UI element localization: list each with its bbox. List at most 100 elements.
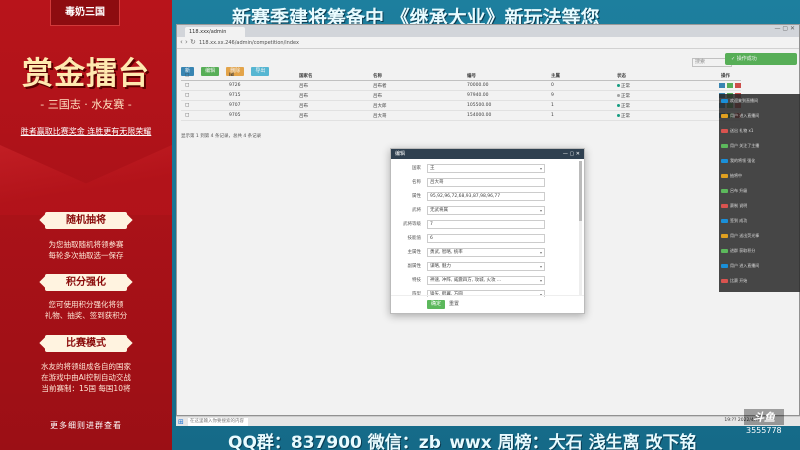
user-badge-icon: [721, 174, 728, 178]
field-select[interactable]: 谋略, 魅力: [427, 262, 545, 271]
brand-tag: 毒奶三国: [50, 0, 120, 26]
room-id: 3555778: [746, 426, 782, 435]
field-select[interactable]: 勇武, 智略, 统率: [427, 248, 545, 257]
user-badge-icon: [721, 234, 728, 238]
field-label: 武将: [412, 208, 421, 213]
left-promo-panel: 毒奶三国 赏金擂台 - 三国志 · 水友赛 - 胜者赢取比赛奖金 连胜更有无限荣…: [0, 0, 172, 450]
form-row: 武将 无武将属: [391, 205, 581, 216]
dialog-form: 国家 王名称 吕大哥属性 95,92,96,72,68,93,87,98,96,77 武…: [391, 159, 581, 297]
stream-logo: 斗鱼: [744, 409, 784, 425]
more-info: 更多细则进群查看: [50, 421, 122, 430]
bottom-banner: QQ群：837900 微信：zb_wwx 周榜：大石 浅生离 改下铭: [228, 433, 697, 450]
chat-message: 用户 关注了主播: [721, 143, 759, 149]
chat-message: 用户 进入直播间: [721, 113, 759, 119]
dialog-scrollbar[interactable]: [579, 161, 582, 295]
chat-text: 抽将中: [730, 173, 742, 178]
chat-message: 用户 送出荧光棒: [721, 233, 759, 239]
field-label: 名称: [412, 180, 421, 185]
chat-text: 用户 进入直播间: [730, 263, 760, 268]
user-badge-icon: [721, 204, 728, 208]
section-line: 每轮多次抽取选一保存: [48, 251, 124, 260]
user-badge-icon: [721, 129, 728, 133]
form-row: 副属性 谋略, 魅力: [391, 261, 581, 272]
field-label: 国家: [412, 166, 421, 171]
section-heading: 积分强化: [45, 274, 127, 291]
section-body: 您可使用积分强化将领 礼物、抽奖、签到获积分: [0, 299, 172, 321]
chat-message: 抽将中: [721, 173, 742, 179]
field-input[interactable]: 吕大哥: [427, 178, 545, 187]
section-heading: 随机抽将: [45, 212, 127, 229]
field-select[interactable]: 神速, 冲阵, 威震四方, 攻城, 火攻 ...: [427, 276, 545, 285]
promo-note: 胜者赢取比赛奖金 连胜更有无限荣耀: [20, 127, 152, 136]
user-badge-icon: [721, 114, 728, 118]
chat-text: 比赛 开始: [730, 278, 748, 283]
form-row: 武将等级 7: [391, 219, 581, 230]
taskbar-search[interactable]: 在这里输入你要搜索的内容: [188, 418, 248, 426]
chat-text: 欢迎来到直播间: [730, 98, 758, 103]
form-row: 技能值 6: [391, 233, 581, 244]
chat-text: 送出 礼物 x1: [730, 128, 754, 133]
section-body: 为您抽取随机将领参赛 每轮多次抽取选一保存: [0, 239, 172, 261]
form-row: 名称 吕大哥: [391, 177, 581, 188]
chat-text: 签到 成功: [730, 218, 748, 223]
user-badge-icon: [721, 249, 728, 253]
panel-decoration: [0, 145, 172, 215]
chat-message: 送出 礼物 x1: [721, 128, 753, 134]
chat-message: 我的将领 强化: [721, 158, 755, 164]
chat-message: 赛制 说明: [721, 203, 747, 209]
dialog-title: 编辑: [395, 151, 406, 157]
promo-subtitle: - 三国志 · 水友赛 -: [40, 98, 132, 111]
field-label: 武将等级: [403, 222, 421, 227]
chat-message: 用户 进入直播间: [721, 263, 759, 269]
dialog-close-icon[interactable]: — ▢ ✕: [563, 149, 580, 159]
chat-text: 用户 关注了主播: [730, 143, 760, 148]
section-body: 水友的将领组成各自的国家 在游戏中由AI控制自动交战 当前赛制：15国 每国10…: [0, 361, 172, 394]
user-badge-icon: [721, 279, 728, 283]
field-label: 属性: [412, 194, 421, 199]
chat-message: 欢迎来到直播间: [721, 98, 758, 104]
form-row: 国家 王: [391, 163, 581, 174]
section-heading: 比赛模式: [45, 335, 127, 352]
chat-message: 比赛 开始: [721, 278, 747, 284]
chat-message: 进群 获取积分: [721, 248, 755, 254]
field-label: 技能值: [407, 236, 422, 241]
section-line: 礼物、抽奖、签到获积分: [44, 311, 128, 320]
user-badge-icon: [721, 159, 728, 163]
chat-message: 吕布 升级: [721, 188, 747, 194]
field-input[interactable]: 6: [427, 234, 545, 243]
chat-message: 签到 成功: [721, 218, 747, 224]
confirm-button[interactable]: 确定: [427, 300, 446, 309]
user-badge-icon: [721, 144, 728, 148]
start-icon[interactable]: ⊞: [178, 418, 184, 426]
field-label: 主属性: [407, 250, 422, 255]
chat-text: 进群 获取积分: [730, 248, 756, 253]
browser-window: 118.xxx/admin — ▢ ✕ ‹ › ↻ 118.xx.xx.246/…: [176, 24, 800, 417]
section-line: 在游戏中由AI控制自动交战: [41, 373, 131, 382]
user-badge-icon: [721, 99, 728, 103]
promo-title: 赏金擂台: [22, 56, 150, 92]
chat-text: 我的将领 强化: [730, 158, 756, 163]
chat-text: 吕布 升级: [730, 188, 748, 193]
chat-text: 用户 进入直播间: [730, 113, 760, 118]
section-line: 水友的将领组成各自的国家: [41, 362, 131, 371]
chat-text: 赛制 说明: [730, 203, 748, 208]
user-badge-icon: [721, 189, 728, 193]
reset-button[interactable]: 重置: [445, 300, 463, 309]
field-label: 特技: [412, 278, 421, 283]
field-select[interactable]: 无武将属: [427, 206, 545, 215]
edit-dialog: 编辑 — ▢ ✕ 国家 王名称 吕大哥属性 95,92,96,72,68,93,87,…: [390, 148, 585, 314]
user-badge-icon: [721, 219, 728, 223]
stream-frame: 毒奶三国 赏金擂台 - 三国志 · 水友赛 - 胜者赢取比赛奖金 连胜更有无限荣…: [0, 0, 800, 450]
user-badge-icon: [721, 264, 728, 268]
field-label: 副属性: [407, 264, 422, 269]
field-input[interactable]: 7: [427, 220, 545, 229]
form-row: 特技 神速, 冲阵, 威震四方, 攻城, 火攻 ...: [391, 275, 581, 286]
field-select[interactable]: 王: [427, 164, 545, 173]
chat-overlay: 欢迎来到直播间 用户 进入直播间 送出 礼物 x1 用户 关注了主播 我的将领 强化 抽将…: [719, 94, 800, 292]
section-line: 当前赛制：15国 每国10将: [41, 384, 131, 393]
os-taskbar: ⊞ 在这里输入你要搜索的内容 19:?? 2022/4/??: [176, 416, 800, 426]
section-line: 为您抽取随机将领参赛: [48, 240, 124, 249]
dialog-footer: 确定 重置: [391, 295, 584, 313]
form-row: 属性 95,92,96,72,68,93,87,98,96,77: [391, 191, 581, 202]
field-input[interactable]: 95,92,96,72,68,93,87,98,96,77: [427, 192, 545, 201]
